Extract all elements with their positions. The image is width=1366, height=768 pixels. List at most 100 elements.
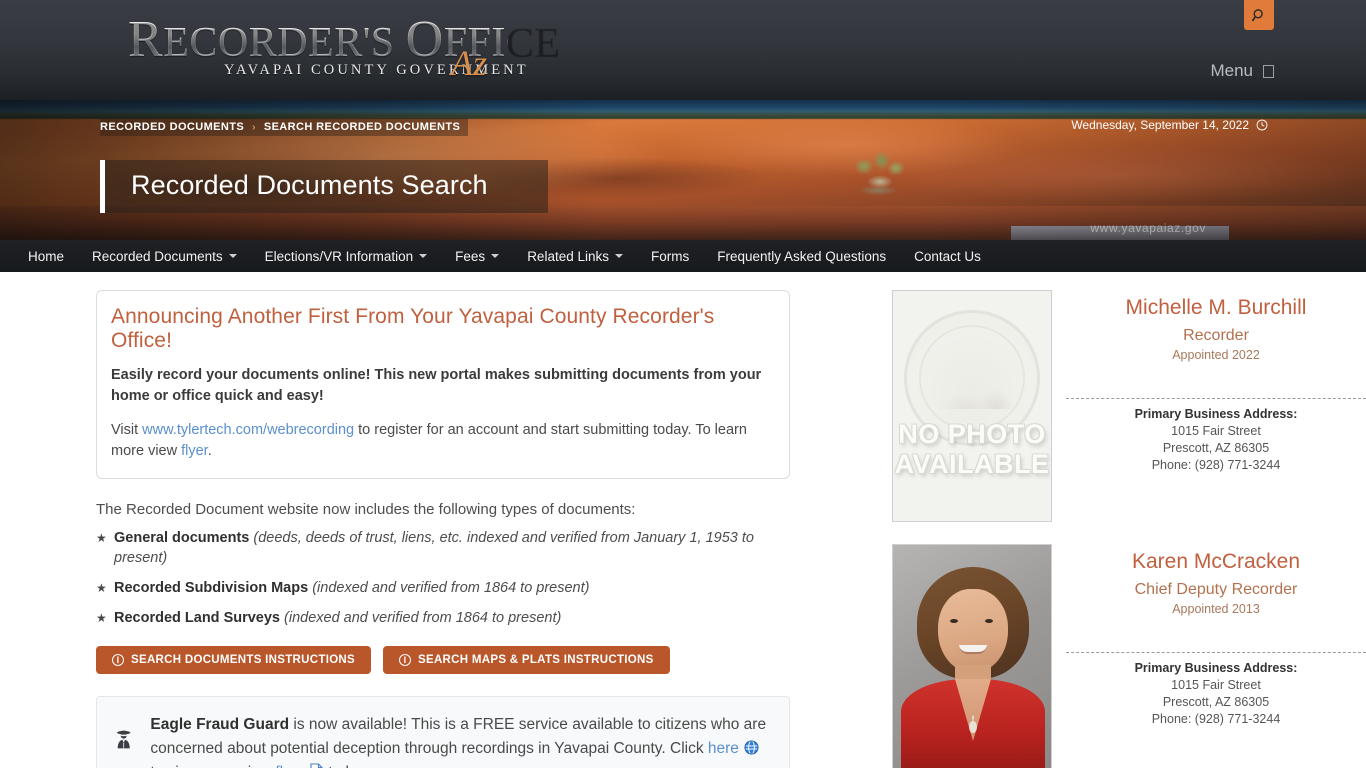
announcement-box: Announcing Another First From Your Yavap…	[96, 290, 790, 479]
address-label: Primary Business Address:	[1134, 407, 1298, 421]
list-item-detail: (indexed and verified from 1864 to prese…	[312, 580, 590, 596]
nav-item-elections-vr-information[interactable]: Elections/VR Information	[251, 240, 442, 272]
chief-deputy-info: Karen McCracken Chief Deputy Recorder Ap…	[1066, 544, 1366, 768]
breadcrumb-item-search-recorded-documents[interactable]: SEARCH RECORDED DOCUMENTS	[264, 121, 460, 133]
list-item-title: General documents	[114, 530, 250, 546]
current-date: Wednesday, September 14, 2022	[1071, 118, 1268, 132]
person-name: Michelle M. Burchill	[1125, 296, 1307, 319]
page-content: Announcing Another First From Your Yavap…	[0, 272, 1366, 768]
address-line2: Prescott, AZ 86305	[1162, 695, 1270, 709]
nav-item-home[interactable]: Home	[14, 240, 78, 272]
list-item-title: Recorded Subdivision Maps	[114, 580, 309, 596]
nav-item-related-links[interactable]: Related Links	[513, 240, 637, 272]
document-types-list: ★ General documents (deeds, deeds of tru…	[96, 528, 786, 628]
star-bullet-icon: ★	[96, 611, 107, 625]
sidebar-person-chief-deputy: Karen McCracken Chief Deputy Recorder Ap…	[892, 544, 1366, 768]
address-line1: 1015 Fair Street	[1171, 424, 1261, 438]
info-icon: i	[399, 654, 412, 666]
pdf-icon[interactable]: A	[310, 763, 323, 768]
announcement-heading: Announcing Another First From Your Yavap…	[111, 305, 715, 352]
documents-intro: The Recorded Document website now includ…	[96, 501, 636, 518]
person-title: Chief Deputy Recorder	[1134, 581, 1298, 598]
breadcrumb-item-recorded-documents[interactable]: RECORDED DOCUMENTS	[100, 121, 244, 133]
fraud-text-2: to sign up or view	[150, 764, 275, 768]
button-label: SEARCH DOCUMENTS INSTRUCTIONS	[131, 654, 356, 666]
recorder-info: Michelle M. Burchill Recorder Appointed …	[1066, 290, 1366, 522]
star-bullet-icon: ★	[96, 581, 107, 595]
logo-az-mark: Az	[451, 43, 487, 83]
no-photo-line2: AVAILABLE	[894, 449, 1050, 479]
chevron-down-icon	[615, 254, 623, 258]
star-bullet-icon: ★	[96, 531, 107, 545]
chevron-down-icon	[228, 254, 237, 258]
banner-watermark: www.yavapaiaz.gov	[1090, 221, 1206, 235]
no-photo-line1: NO PHOTO	[898, 419, 1046, 449]
fraud-flyer-link[interactable]: flyer	[275, 764, 304, 768]
search-button[interactable]	[1244, 0, 1274, 30]
page-root: RECORDER'S OFFICE YAVAPAI COUNTY GOVERNM…	[0, 0, 1366, 768]
list-item-title: Recorded Land Surveys	[114, 610, 280, 626]
clock-icon	[1256, 119, 1268, 131]
flyer-link[interactable]: flyer	[181, 443, 208, 459]
breadcrumb: RECORDED DOCUMENTS › SEARCH RECORDED DOC…	[100, 118, 469, 136]
nav-item-recorded-documents[interactable]: Recorded Documents	[78, 240, 251, 272]
button-label: SEARCH MAPS & PLATS INSTRUCTIONS	[418, 654, 654, 666]
chevron-down-icon	[491, 254, 500, 258]
nav-label: Home	[28, 248, 65, 264]
eagle-fraud-guard-text: Eagle Fraud Guard is now available! This…	[150, 713, 771, 768]
menu-square-icon	[1263, 64, 1274, 78]
page-title-box: Recorded Documents Search	[100, 160, 548, 213]
list-item-detail: (indexed and verified from 1864 to prese…	[284, 610, 562, 626]
here-link[interactable]: here	[708, 740, 739, 757]
visit-prefix: Visit	[111, 422, 143, 438]
list-item: ★ General documents (deeds, deeds of tru…	[96, 528, 786, 568]
address-phone: Phone: (928) 771-3244	[1151, 458, 1281, 472]
menu-label: Menu	[1210, 61, 1253, 80]
info-icon: i	[112, 654, 124, 666]
nav-item-forms[interactable]: Forms	[637, 240, 703, 272]
nav-item-frequently-asked-questions[interactable]: Frequently Asked Questions	[703, 240, 900, 272]
breadcrumb-separator-icon: ›	[252, 121, 256, 133]
nav-item-fees[interactable]: Fees	[441, 240, 513, 272]
person-title: Recorder	[1183, 327, 1249, 344]
nav-label: Fees	[455, 248, 486, 264]
fraud-text-3: to learn more.	[324, 764, 424, 768]
visit-suffix: .	[207, 443, 212, 459]
no-photo-text: NO PHOTO AVAILABLE	[893, 419, 1051, 479]
globe-icon[interactable]	[744, 740, 759, 755]
announcement-visit-line: Visit www.tylertech.com/webrecording to …	[111, 420, 771, 462]
nav-label: Elections/VR Information	[264, 248, 414, 264]
nav-label: Recorded Documents	[92, 248, 223, 264]
address-label: Primary Business Address:	[1134, 661, 1298, 675]
search-icon	[1251, 8, 1263, 21]
instruction-buttons: i SEARCH DOCUMENTS INSTRUCTIONS i SEARCH…	[96, 646, 788, 674]
sidebar: NO PHOTO AVAILABLE Michelle M. Burchill …	[884, 290, 1366, 768]
person-address: Primary Business Address: 1015 Fair Stre…	[1066, 652, 1366, 728]
portrait-eye-left	[950, 619, 958, 623]
eagle-fraud-guard-box: Eagle Fraud Guard is now available! This…	[96, 696, 790, 768]
address-line2: Prescott, AZ 86305	[1162, 441, 1270, 455]
menu-toggle[interactable]: Menu	[1210, 61, 1274, 81]
nav-label: Forms	[651, 248, 690, 264]
main-column: Announcing Another First From Your Yavap…	[0, 290, 884, 768]
address-phone: Phone: (928) 771-3244	[1151, 712, 1281, 726]
portrait-eye-right	[985, 619, 993, 623]
site-logo[interactable]: RECORDER'S OFFICE YAVAPAI COUNTY GOVERNM…	[128, 14, 560, 86]
portrait-necklace	[969, 721, 977, 733]
search-documents-instructions-button[interactable]: i SEARCH DOCUMENTS INSTRUCTIONS	[96, 646, 372, 674]
current-date-text: Wednesday, September 14, 2022	[1071, 118, 1249, 132]
main-navigation: Home Recorded Documents Elections/VR Inf…	[0, 240, 1366, 272]
tylertech-link[interactable]: www.tylertech.com/webrecording	[142, 422, 354, 438]
search-maps-plats-instructions-button[interactable]: i SEARCH MAPS & PLATS INSTRUCTIONS	[383, 646, 670, 674]
eagle-fraud-guard-title: Eagle Fraud Guard	[150, 716, 290, 733]
nav-item-contact-us[interactable]: Contact Us	[900, 240, 995, 272]
sidebar-person-recorder: NO PHOTO AVAILABLE Michelle M. Burchill …	[892, 290, 1366, 522]
seal-mountain-graphic	[929, 369, 1021, 410]
recorder-photo-placeholder: NO PHOTO AVAILABLE	[892, 290, 1052, 522]
person-name: Karen McCracken	[1131, 550, 1301, 573]
page-title: Recorded Documents Search	[131, 170, 488, 200]
person-appointed: Appointed 2013	[1172, 602, 1260, 616]
nav-label: Frequently Asked Questions	[717, 248, 887, 264]
nav-label: Related Links	[527, 248, 609, 264]
person-appointed: Appointed 2022	[1172, 348, 1260, 362]
